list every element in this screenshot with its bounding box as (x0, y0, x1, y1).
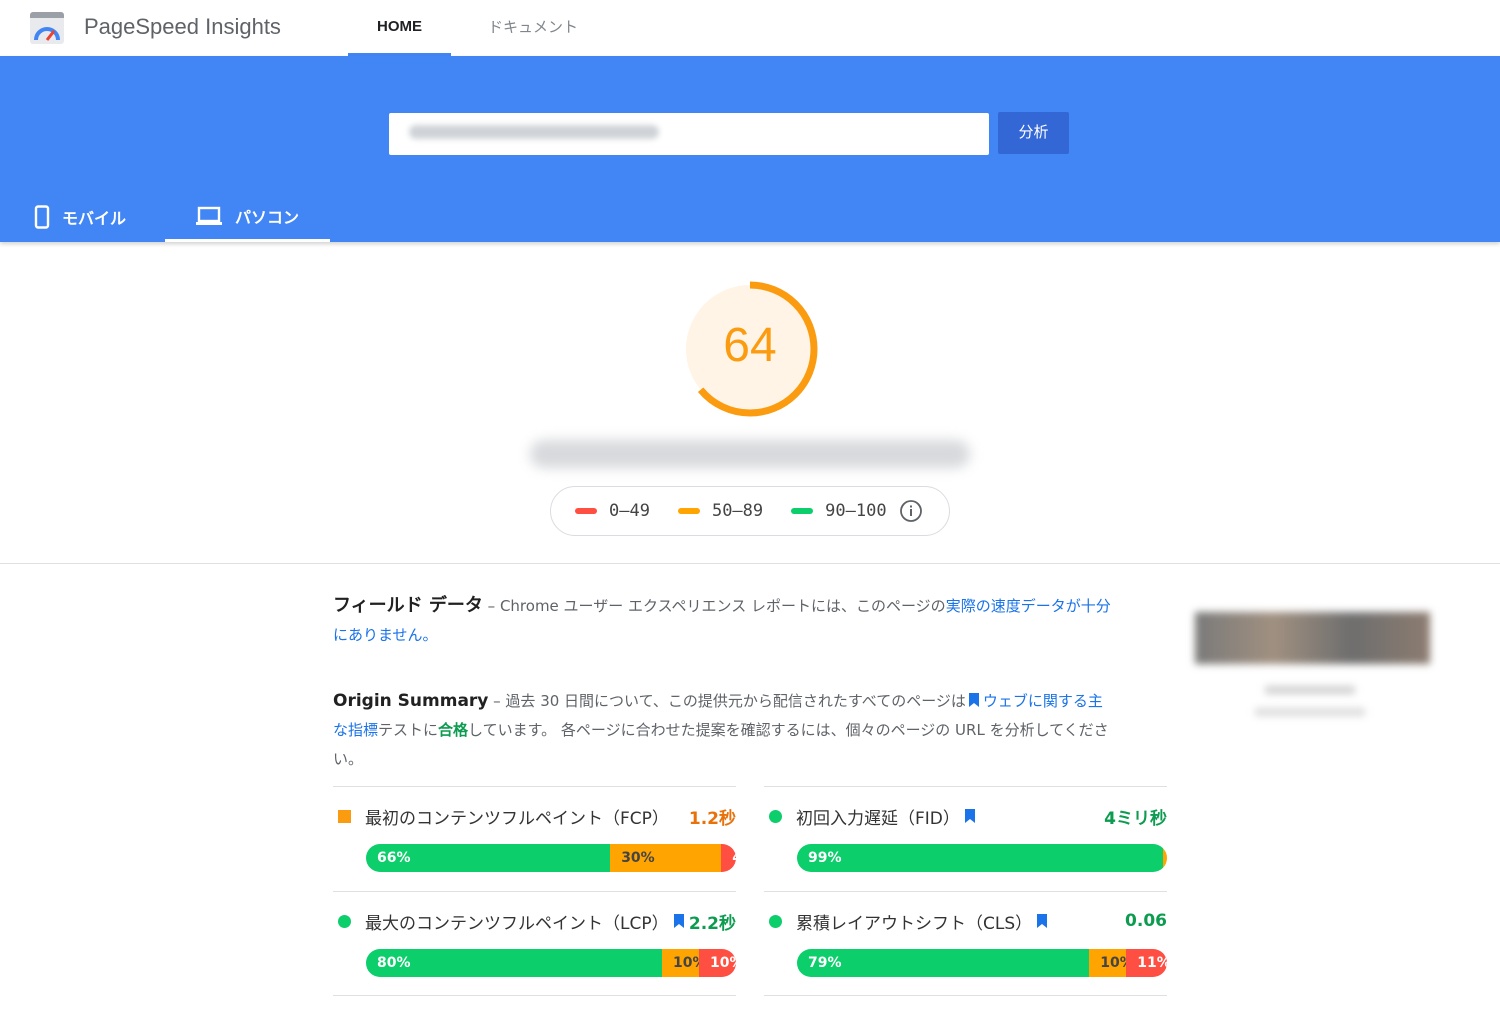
legend-swatch-orange (677, 508, 700, 514)
pass-label: 合格 (438, 721, 469, 739)
legend-range-fail: 0–49 (609, 501, 650, 521)
blurred-url-text (409, 125, 659, 139)
analyze-button[interactable]: 分析 (998, 112, 1069, 154)
metric-header: 初回入力遅延（FID） 4ミリ秒 (764, 803, 1167, 829)
url-input[interactable] (389, 113, 989, 155)
origin-summary-text-2: テストに (378, 721, 439, 739)
distribution-segment-avg: 10% (662, 949, 699, 977)
metric-header: 最大のコンテンツフルペイント（LCP） 2.2秒 (333, 908, 736, 934)
laptop-icon (196, 206, 222, 225)
distribution-bar: 66%30%4% (366, 844, 736, 872)
distribution-segment-avg: 30% (610, 844, 722, 872)
legend-range-average: 50–89 (711, 501, 764, 521)
hero-banner: 分析 モバイル パソコン (0, 56, 1500, 242)
tab-mobile-label: モバイル (62, 209, 127, 228)
distribution-bar: 79%10%11% (797, 949, 1167, 977)
performance-score: 64 (723, 319, 777, 372)
distribution-bar: 99%1% (797, 844, 1167, 872)
origin-summary-text-1: – 過去 30 日間について、この提供元から配信されたすべてのページは (488, 692, 966, 710)
metric-header: 累積レイアウトシフト（CLS） 0.06 (764, 908, 1167, 934)
top-bar: PageSpeed Insights HOME ドキュメント (0, 0, 1500, 56)
distribution-segment-slow: 4% (721, 844, 736, 872)
metric-lcp: 最大のコンテンツフルペイント（LCP）2.2秒80%10%10% (333, 891, 736, 996)
distribution-segment-fast: 66% (366, 844, 611, 872)
metric-label: 累積レイアウトシフト（CLS） (796, 913, 1033, 934)
phone-icon (34, 205, 50, 229)
nav-tab-documents[interactable]: ドキュメント (468, 0, 598, 56)
metric-value: 0.06 (1125, 911, 1167, 931)
distribution-segment-avg: 1% (1163, 844, 1167, 872)
section-divider (0, 563, 1500, 564)
brand-name[interactable]: PageSpeed Insights (84, 14, 281, 40)
tab-desktop[interactable]: パソコン (165, 192, 330, 242)
info-icon[interactable] (899, 499, 923, 523)
field-data-title: フィールド データ (333, 595, 483, 616)
core-web-vital-flag-icon (964, 809, 975, 823)
pagespeed-logo-icon[interactable] (30, 12, 64, 44)
average-square-icon (338, 809, 351, 823)
analyzed-url-blurred (530, 440, 970, 468)
distribution-segment-fast: 79% (797, 949, 1090, 977)
bookmark-flag-icon (968, 693, 979, 707)
pass-circle-icon (769, 809, 782, 823)
metric-label: 最初のコンテンツフルペイント（FCP） (365, 808, 669, 829)
tab-desktop-label: パソコン (235, 207, 300, 227)
distribution-segment-slow: 11% (1126, 949, 1167, 977)
metric-header: 最初のコンテンツフルペイント（FCP） 1.2秒 (333, 803, 736, 829)
legend-item-pass: 90–100 (791, 501, 887, 521)
core-web-vital-flag-icon (673, 914, 684, 928)
page-screenshot-thumbnail (1195, 612, 1430, 772)
metric-fid: 初回入力遅延（FID） 4ミリ秒 99%1% (764, 786, 1167, 891)
metric-value: 2.2秒 (688, 913, 736, 934)
legend-swatch-red (575, 508, 597, 514)
origin-summary-section: Origin Summary – 過去 30 日間について、この提供元から配信さ… (333, 687, 1113, 774)
legend-item-average: 50–89 (677, 501, 764, 521)
pass-circle-icon (338, 914, 351, 928)
score-legend: 0–49 50–89 90–100 (550, 486, 950, 536)
distribution-segment-avg: 10% (1089, 949, 1127, 977)
metric-value: 4ミリ秒 (1104, 808, 1167, 829)
nav-tab-home[interactable]: HOME (348, 0, 451, 56)
metric-fcp: 最初のコンテンツフルペイント（FCP） 1.2秒 66%30%4% (333, 786, 736, 891)
distribution-segment-fast: 99% (797, 844, 1164, 872)
field-data-text: – Chrome ユーザー エクスペリエンス レポートには、このページの (482, 597, 946, 615)
pass-circle-icon (769, 914, 782, 928)
metric-label: 最大のコンテンツフルペイント（LCP） (365, 913, 669, 934)
core-web-vital-flag-icon (1037, 914, 1048, 928)
metric-value: 1.2秒 (688, 808, 736, 829)
tab-mobile[interactable]: モバイル (34, 192, 165, 242)
field-data-section: フィールド データ – Chrome ユーザー エクスペリエンス レポートには、… (333, 591, 1113, 650)
metric-cls: 累積レイアウトシフト（CLS） 0.06 79%10%11% (764, 891, 1167, 996)
distribution-segment-slow: 10% (699, 949, 736, 977)
distribution-segment-fast: 80% (366, 949, 662, 977)
legend-item-fail: 0–49 (575, 501, 650, 521)
origin-summary-title: Origin Summary (333, 691, 489, 711)
metric-label: 初回入力遅延（FID） (796, 808, 960, 829)
legend-range-pass: 90–100 (825, 501, 887, 521)
legend-swatch-green (791, 508, 814, 514)
distribution-bar: 80%10%10% (366, 949, 736, 977)
